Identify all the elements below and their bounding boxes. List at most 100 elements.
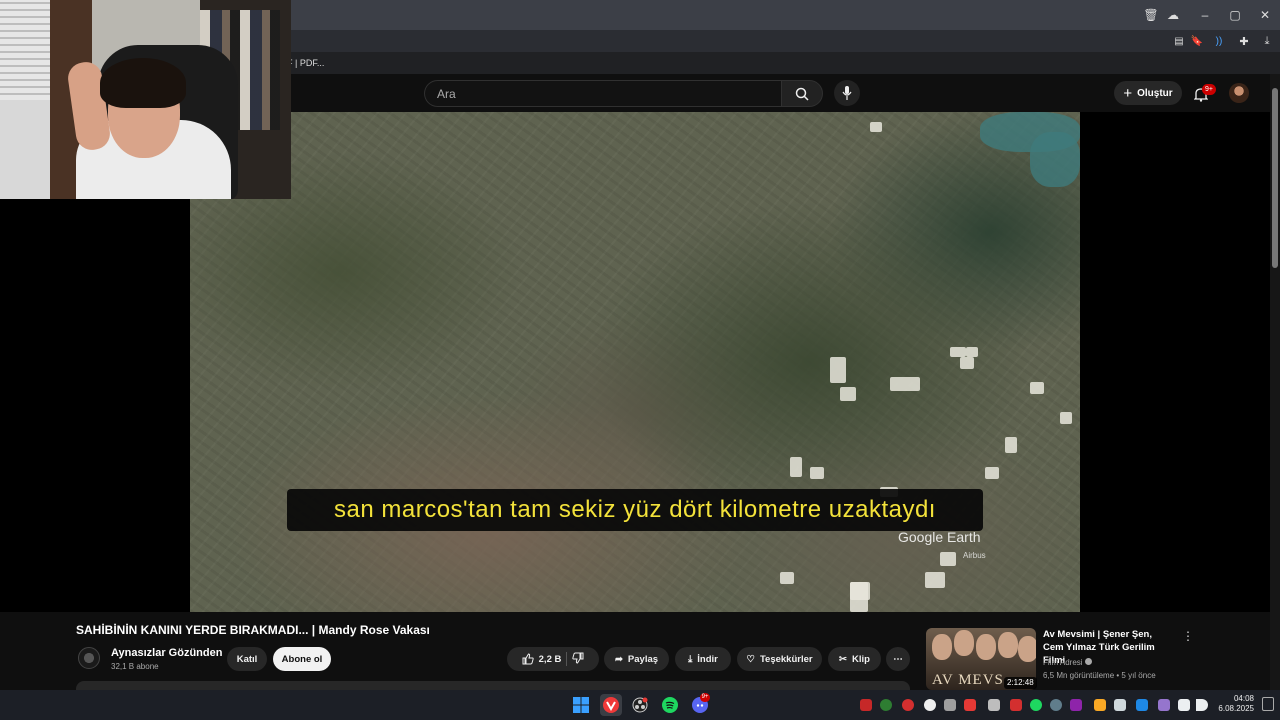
satellite-field [790, 457, 802, 477]
bluetooth-icon[interactable] [1136, 699, 1148, 711]
trash-icon[interactable]: 🗑 [1140, 4, 1162, 26]
video-duration: 2:12:48 [1004, 677, 1037, 689]
recommended-channel-name: Film Adresi [1043, 658, 1083, 667]
tray-app-icon[interactable] [988, 699, 1000, 711]
search-icon [795, 87, 809, 101]
channel-name[interactable]: Aynasızlar Gözünden [111, 647, 222, 659]
tray-app-icon[interactable] [1070, 699, 1082, 711]
steam-icon[interactable] [1050, 699, 1062, 711]
volume-icon[interactable] [1196, 699, 1208, 711]
thanks-button[interactable]: ♡ Teşekkürler [737, 647, 822, 671]
thumbnail-face [954, 630, 974, 656]
channel-avatar[interactable] [78, 647, 100, 669]
satellite-field [1030, 382, 1044, 394]
recommended-channel[interactable]: Film Adresi [1043, 658, 1092, 667]
video-title: SAHİBİNİN KANINI YERDE BIRAKMADI... | Ma… [76, 623, 430, 637]
like-count: 2,2 B [538, 653, 562, 665]
account-avatar[interactable] [1229, 83, 1249, 103]
like-dislike-group: 2,2 B [507, 647, 599, 671]
heart-dollar-icon: ♡ [746, 653, 755, 665]
share-label: Paylaş [627, 653, 659, 665]
satellite-field [940, 552, 956, 566]
google-earth-watermark: Google Earth [898, 529, 981, 545]
spotify-button[interactable] [659, 694, 681, 716]
tray-app-icon[interactable] [902, 699, 914, 711]
satellite-field [1005, 437, 1017, 453]
scrollbar-thumb[interactable] [1272, 88, 1278, 268]
recommended-more-icon[interactable]: ⋮ [1182, 629, 1194, 643]
thumbs-down-icon [572, 652, 584, 664]
tray-app-icon[interactable] [924, 699, 936, 711]
more-actions-button[interactable]: ⋯ [886, 647, 910, 671]
tray-app-icon[interactable] [1010, 699, 1022, 711]
microphone-icon [842, 86, 852, 100]
download-label: İndir [697, 653, 718, 665]
tray-app-icon[interactable] [944, 699, 956, 711]
obs-button[interactable] [629, 694, 651, 716]
voice-search-button[interactable] [834, 80, 860, 106]
satellite-water [1030, 132, 1080, 187]
window-blinds [0, 0, 50, 100]
satellite-field [850, 582, 868, 612]
thumbnail-title-text: AV MEVS [932, 672, 1004, 688]
like-button[interactable]: 2,2 B [522, 653, 562, 665]
audio-icon[interactable]: )) [1208, 30, 1230, 52]
extensions-icon[interactable]: ✚ [1233, 30, 1255, 52]
usb-icon[interactable] [1114, 699, 1126, 711]
notification-center-icon[interactable] [1262, 697, 1274, 711]
join-button[interactable]: Katıl [227, 647, 267, 671]
search-input[interactable]: Ara [424, 80, 782, 107]
satellite-field [950, 347, 966, 357]
thumbnail-face [998, 632, 1018, 658]
tray-app-icon[interactable] [1094, 699, 1106, 711]
search-button[interactable] [781, 80, 823, 107]
thumbnail-face [1018, 636, 1036, 662]
vivaldi-browser-button[interactable] [600, 694, 622, 716]
vivaldi-icon [603, 697, 619, 713]
description-box[interactable] [76, 681, 910, 690]
satellite-field [840, 387, 856, 401]
taskbar-clock[interactable]: 04:08 6.08.2025 [1214, 694, 1254, 714]
more-horizontal-icon: ⋯ [893, 653, 903, 665]
microphone-tray-icon[interactable] [1158, 699, 1170, 711]
thumbnail-face [976, 634, 996, 660]
satellite-field [870, 122, 882, 132]
spotify-tray-icon[interactable] [1030, 699, 1042, 711]
satellite-field [810, 467, 824, 479]
satellite-field [966, 347, 978, 357]
shield-icon[interactable] [860, 699, 872, 711]
create-button[interactable]: + Oluştur [1114, 81, 1182, 105]
verified-icon [1084, 658, 1092, 665]
network-icon[interactable] [1178, 699, 1190, 711]
bookmark-icon[interactable]: 🔖 [1186, 30, 1208, 52]
scissors-icon: ✂ [839, 653, 847, 665]
obs-icon [632, 697, 648, 713]
thumbs-up-icon [522, 653, 534, 665]
download-button[interactable]: ⤓ İndir [675, 647, 731, 671]
close-window-button[interactable]: ✕ [1254, 4, 1276, 26]
share-button[interactable]: ➦ Paylaş [604, 647, 669, 671]
tray-app-icon[interactable] [964, 699, 976, 711]
satellite-field [1060, 412, 1072, 424]
download-icon[interactable]: ⤓ [1256, 30, 1278, 52]
download-arrow-icon: ⤓ [688, 653, 693, 665]
imagery-credit: Airbus [963, 551, 986, 560]
thanks-label: Teşekkürler [759, 653, 813, 665]
maximize-button[interactable]: ▢ [1224, 4, 1246, 26]
cloud-icon[interactable]: ☁ [1162, 4, 1184, 26]
tray-app-icon[interactable] [880, 699, 892, 711]
clip-button[interactable]: ✂ Klip [828, 647, 881, 671]
webcam-overlay [0, 0, 291, 199]
clip-label: Klip [852, 653, 870, 665]
windows-logo-icon [573, 697, 589, 713]
dislike-button[interactable] [572, 652, 584, 667]
satellite-field [960, 357, 974, 369]
bookmark-item[interactable]: F | PDF... [287, 58, 324, 68]
spotify-icon [662, 697, 678, 713]
streamer-hair [100, 58, 186, 108]
share-icon: ➦ [614, 653, 623, 665]
satellite-field [925, 572, 945, 588]
minimize-button[interactable]: – [1194, 4, 1216, 26]
windows-start-button[interactable] [570, 694, 592, 716]
subscribe-button[interactable]: Abone ol [273, 647, 331, 671]
